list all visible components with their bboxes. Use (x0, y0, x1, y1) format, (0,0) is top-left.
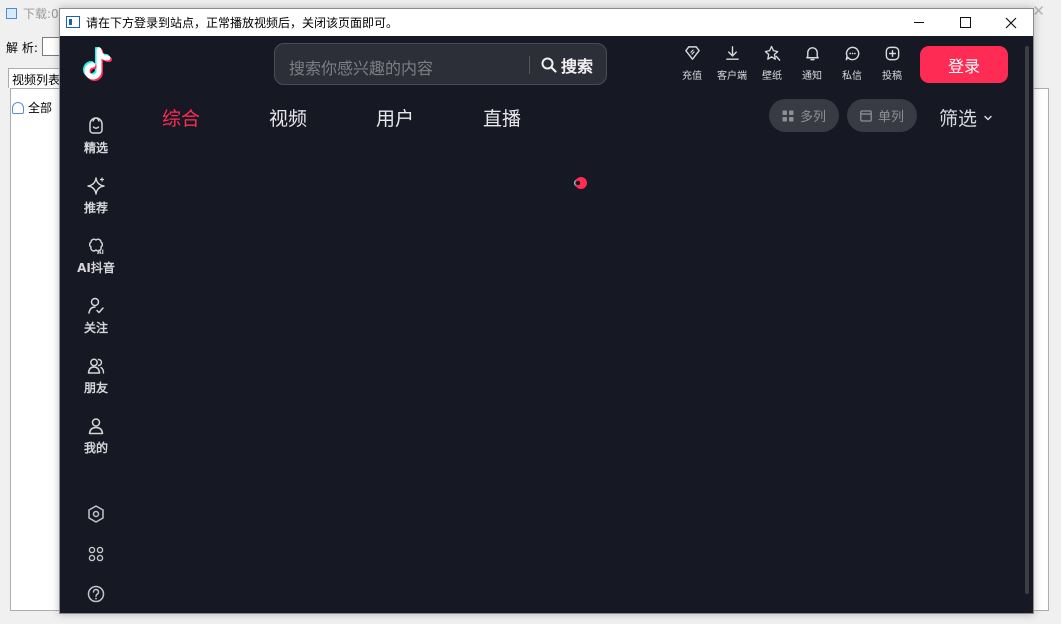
bell-icon (805, 47, 819, 61)
topbar-notify[interactable]: 通知 (792, 45, 832, 82)
tree-item-label: 全部 (28, 101, 53, 115)
search-input[interactable]: 搜索你感兴趣的内容 (289, 55, 433, 79)
search-button-label: 搜索 (561, 57, 594, 76)
login-button[interactable]: 登录 (920, 46, 1008, 83)
sidebar-item-friends[interactable]: 朋友 (60, 356, 132, 396)
topbar-wallpaper[interactable]: 壁纸 (752, 45, 792, 82)
single-column-label: 单列 (877, 110, 904, 125)
diamond-icon (684, 46, 700, 60)
friends-icon (87, 358, 105, 374)
background-title: 下载:0 (6, 5, 59, 22)
sidebar-more[interactable] (60, 544, 132, 564)
sidebar-help[interactable] (60, 584, 132, 604)
topbar-upload-label: 投稿 (882, 71, 902, 82)
parse-label: 解 析: (6, 41, 38, 55)
grid-dots-icon (88, 546, 104, 562)
svg-text:AI: AI (97, 249, 104, 256)
modal-title: 请在下方登录到站点，正常播放视频后，关闭该页面即可。 (86, 16, 399, 30)
sidebar-settings[interactable] (60, 504, 132, 524)
sidebar-item-follow[interactable]: 关注 (60, 296, 132, 336)
sidebar-item-ai-douyin-label: AI抖音 (77, 261, 115, 275)
user-icon (12, 102, 24, 114)
hexagon-settings-icon (88, 505, 104, 523)
wallpaper-icon (764, 45, 780, 61)
single-column-icon (860, 109, 872, 122)
topbar-upload[interactable]: 投稿 (872, 45, 912, 82)
topbar-client-label: 客户端 (717, 71, 747, 82)
tab-video[interactable]: 视频 (269, 104, 307, 131)
tab-comprehensive[interactable]: 综合 (162, 104, 200, 131)
message-icon (845, 46, 859, 61)
sidebar-item-mine-label: 我的 (83, 441, 108, 455)
topbar-messages-label: 私信 (842, 71, 862, 82)
topbar-client[interactable]: 客户端 (712, 45, 752, 82)
sidebar-item-recommend[interactable]: 推荐 (60, 176, 132, 216)
sidebar-item-ai-douyin[interactable]: AI AI抖音 (60, 236, 132, 276)
douyin-logo-icon[interactable] (80, 47, 114, 85)
topbar-wallpaper-label: 壁纸 (762, 71, 782, 82)
minimize-button[interactable] (896, 9, 942, 36)
topbar-recharge[interactable]: 充值 (672, 45, 712, 82)
douyin-page: 搜索你感兴趣的内容 搜索 充值 客户端 壁纸 通知 私信 投稿 登录 精选 推荐… (60, 36, 1033, 613)
featured-icon (89, 117, 103, 134)
sidebar-item-friends-label: 朋友 (83, 381, 108, 395)
tree-item-all[interactable]: 全部 (12, 99, 52, 116)
topbar-notify-label: 通知 (802, 71, 822, 82)
search-icon (541, 57, 557, 73)
app-icon (6, 8, 17, 19)
sidebar-item-featured[interactable]: 精选 (60, 116, 132, 156)
tab-video-list[interactable]: 视频列表 (8, 68, 64, 88)
background-right-panel (1033, 88, 1049, 611)
search-button[interactable]: 搜索 (541, 53, 593, 77)
window-icon (66, 16, 80, 28)
close-button[interactable] (988, 9, 1034, 36)
modal-title-bar: 请在下方登录到站点，正常播放视频后，关闭该页面即可。 (60, 9, 1033, 36)
loading-spinner-icon (574, 177, 587, 189)
search-box[interactable]: 搜索你感兴趣的内容 搜索 (274, 43, 607, 85)
profile-icon (88, 418, 104, 435)
grid-icon (782, 110, 794, 121)
vertical-scrollbar[interactable] (1025, 46, 1029, 594)
filter-label: 筛选 (939, 108, 978, 130)
sidebar-item-follow-label: 关注 (83, 321, 108, 335)
tab-user[interactable]: 用户 (376, 104, 414, 131)
ai-icon: AI (89, 238, 104, 256)
sidebar-item-featured-label: 精选 (83, 141, 108, 155)
topbar-messages[interactable]: 私信 (832, 45, 872, 82)
background-close-icon[interactable]: ✕ (1032, 2, 1045, 20)
background-title-text: 下载:0 (23, 7, 59, 21)
filter-dropdown[interactable]: 筛选 (939, 104, 993, 131)
search-divider (529, 56, 530, 74)
login-modal-window: 请在下方登录到站点，正常播放视频后，关闭该页面即可。 搜索你感兴趣的内容 搜索 (59, 8, 1034, 614)
maximize-button[interactable] (942, 9, 988, 36)
video-list-panel (10, 88, 62, 611)
upload-icon (885, 46, 899, 61)
close-icon (1005, 17, 1017, 28)
follow-icon (88, 297, 104, 314)
multi-column-toggle[interactable]: 多列 (769, 99, 839, 132)
chevron-down-icon (984, 115, 992, 120)
sidebar-item-mine[interactable]: 我的 (60, 416, 132, 456)
download-icon (725, 46, 739, 60)
single-column-toggle[interactable]: 单列 (847, 99, 917, 132)
multi-column-label: 多列 (799, 110, 826, 125)
tab-live[interactable]: 直播 (483, 104, 521, 131)
sidebar-item-recommend-label: 推荐 (83, 201, 108, 215)
sparkle-icon (87, 177, 105, 195)
topbar-recharge-label: 充值 (682, 71, 702, 82)
help-icon (87, 585, 105, 603)
